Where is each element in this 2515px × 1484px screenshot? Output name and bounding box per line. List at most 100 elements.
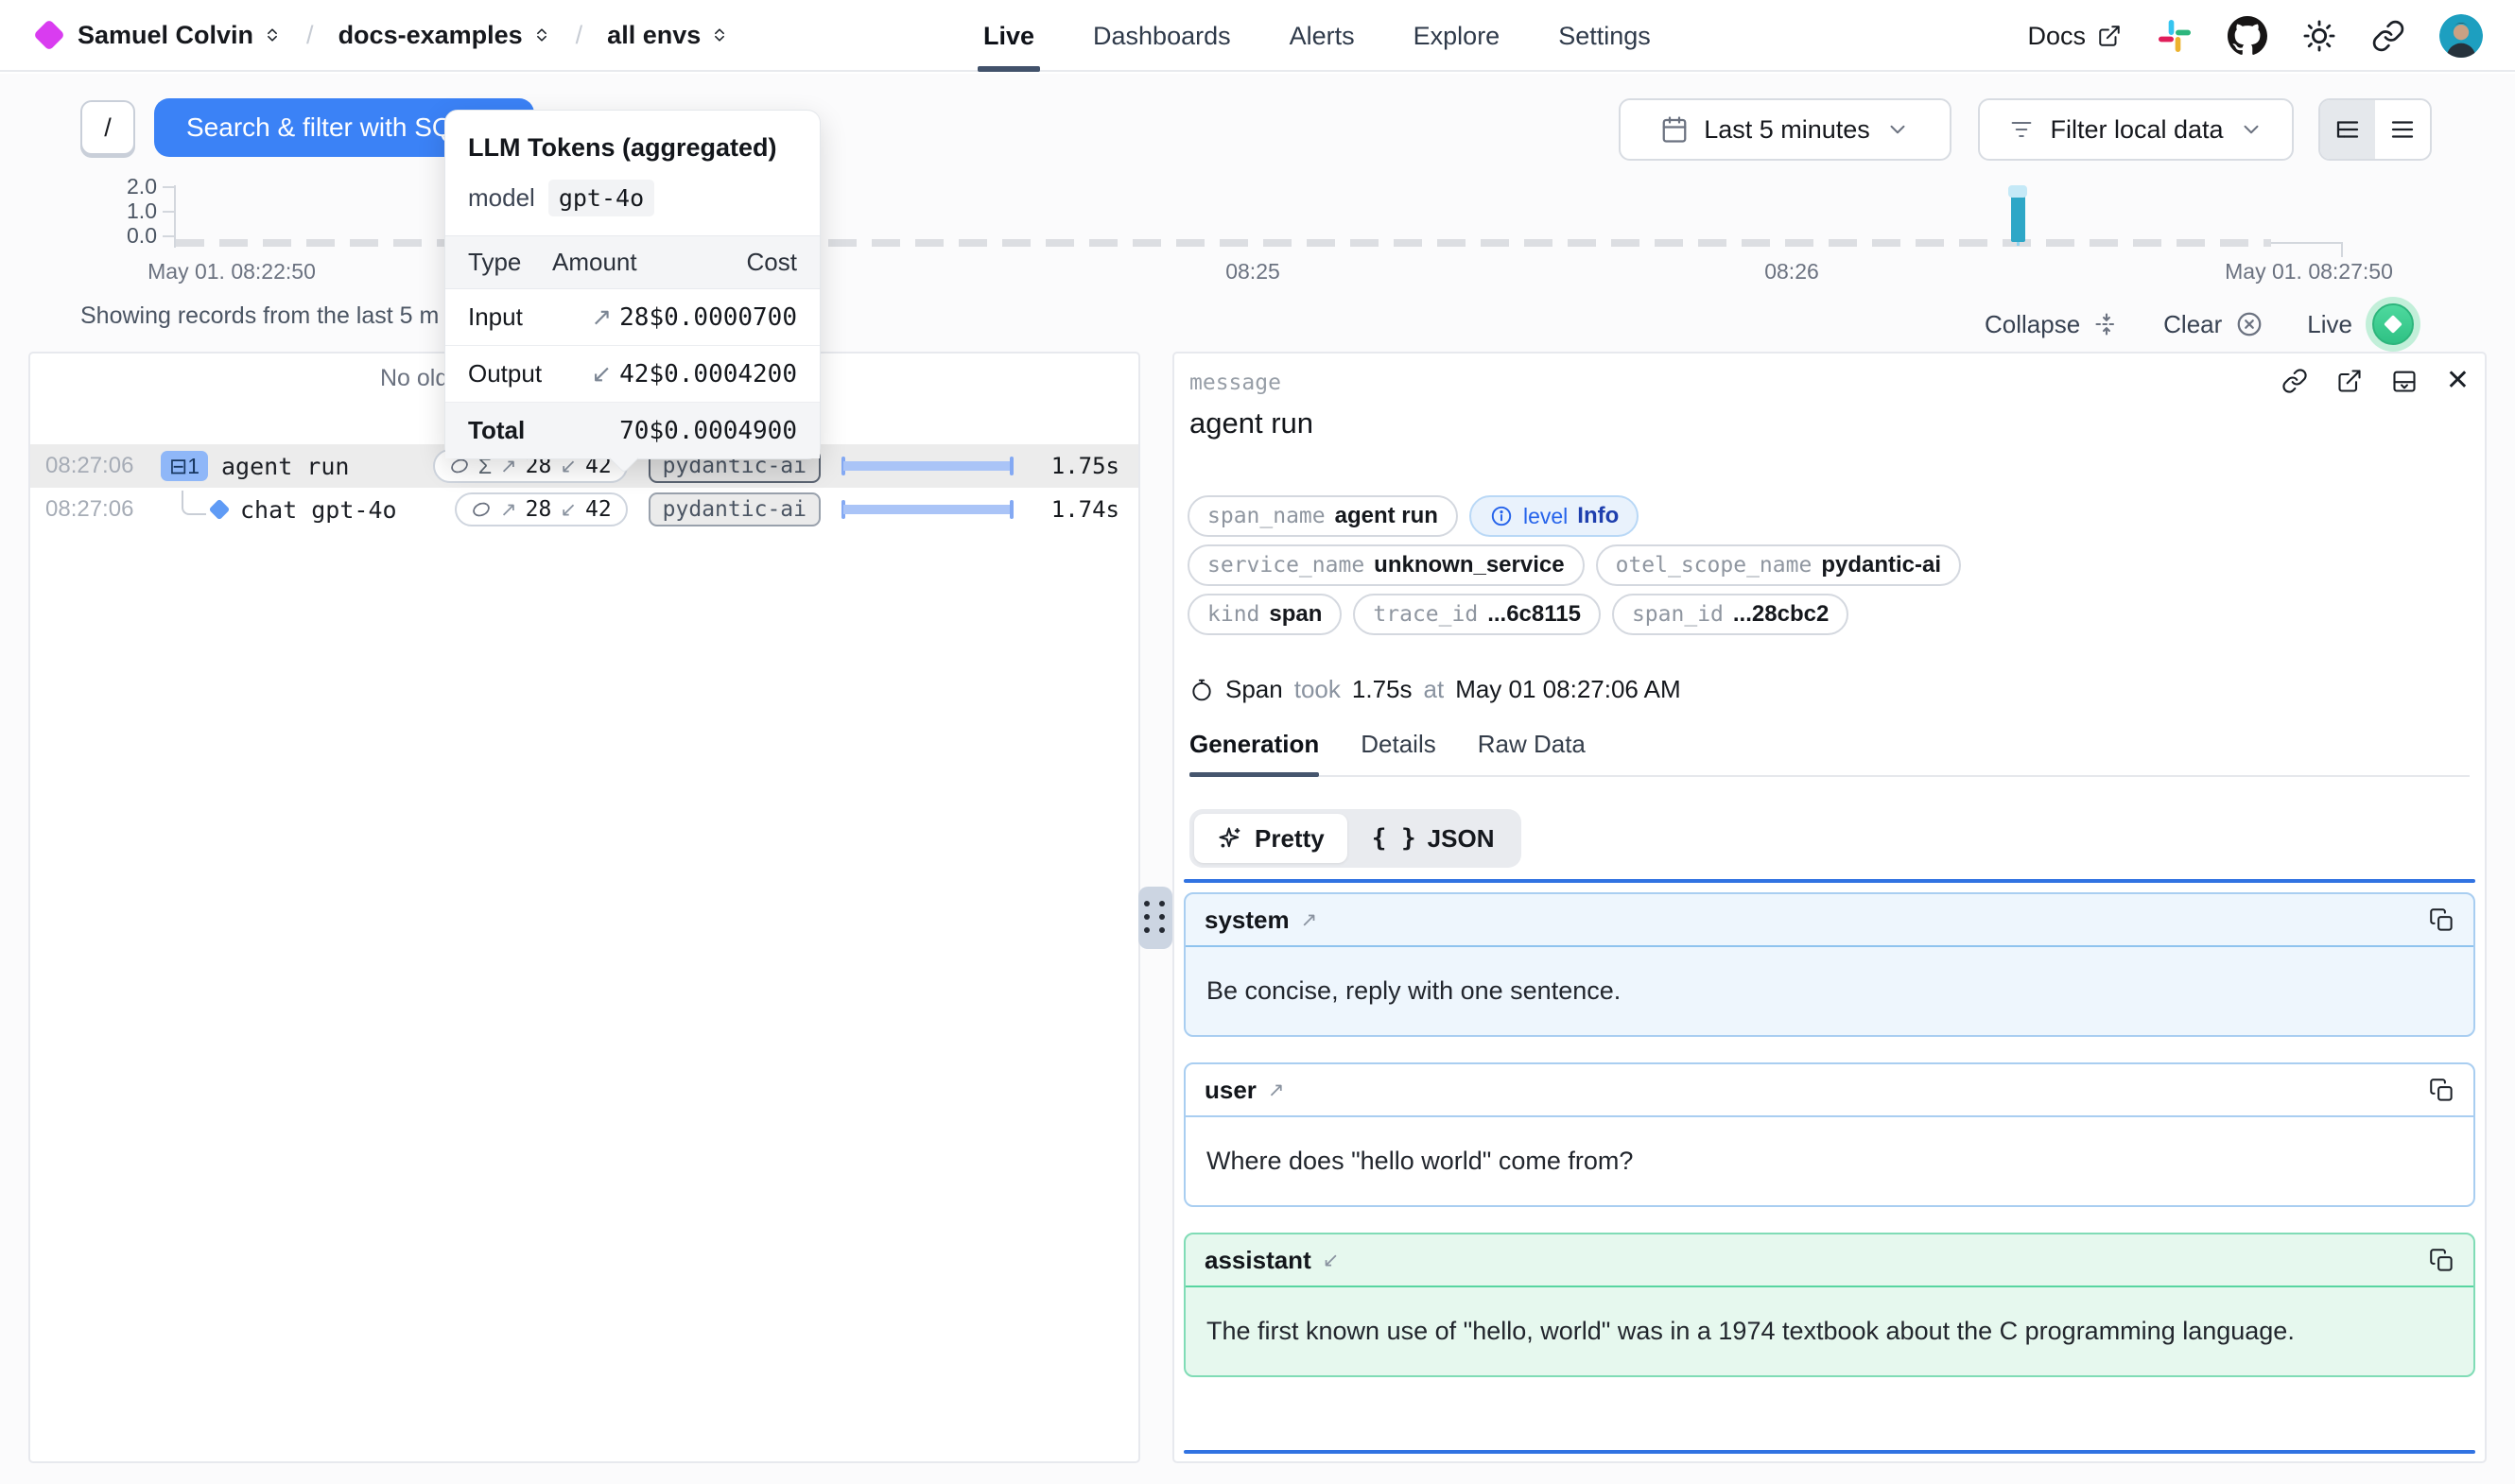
tree-view-button[interactable] xyxy=(2320,100,2375,159)
link-icon xyxy=(2281,368,2308,394)
detail-panel-actions: ✕ xyxy=(2281,367,2470,395)
github-icon[interactable] xyxy=(2228,16,2267,56)
tokens-row-output: Output ↙42 $0.0004200 xyxy=(445,346,820,403)
nav-tab-explore[interactable]: Explore xyxy=(1414,0,1500,72)
role-label: user xyxy=(1205,1076,1257,1105)
filter-icon xyxy=(2008,116,2035,143)
attribute-badges-row-2: service_name unknown_service otel_scope_… xyxy=(1188,544,1961,586)
tab-raw-data[interactable]: Raw Data xyxy=(1478,730,1586,775)
kind-badge[interactable]: kind span xyxy=(1188,594,1342,635)
pretty-view-button[interactable]: Pretty xyxy=(1194,814,1347,863)
message-system: system ↗ Be concise, reply with one sent… xyxy=(1184,892,2475,1037)
time-range-label: Last 5 minutes xyxy=(1704,115,1870,145)
slack-icon[interactable] xyxy=(2156,17,2194,55)
row-timestamp: 08:27:06 xyxy=(45,453,161,479)
filter-local-data-button[interactable]: Filter local data xyxy=(1978,98,2294,161)
nav-tab-settings[interactable]: Settings xyxy=(1558,0,1651,72)
y-tickmark xyxy=(163,211,174,213)
tab-generation[interactable]: Generation xyxy=(1189,730,1319,775)
filter-label: Filter local data xyxy=(2050,115,2223,145)
token-coin-icon xyxy=(471,499,492,520)
list-view-button[interactable] xyxy=(2375,100,2430,159)
trace-id-badge[interactable]: trace_id ...6c8115 xyxy=(1353,594,1601,635)
nav-tab-alerts[interactable]: Alerts xyxy=(1290,0,1355,72)
slash-shortcut-key[interactable]: / xyxy=(80,100,135,155)
tokens-row-input: Input ↗28 $0.0000700 xyxy=(445,289,820,346)
breadcrumb-separator: / xyxy=(306,21,314,50)
nav-tab-dashboards[interactable]: Dashboards xyxy=(1093,0,1231,72)
live-toggle-button[interactable] xyxy=(2366,297,2420,352)
scope-tag[interactable]: pydantic-ai xyxy=(649,492,821,526)
timing-took: took xyxy=(1294,675,1341,704)
env-selector[interactable]: all envs xyxy=(607,21,729,50)
col-header-cost: Cost xyxy=(649,236,820,289)
tokens-row-total: Total 70 $0.0004900 xyxy=(445,403,820,459)
direction-arrow-icon: ↙ xyxy=(1323,1249,1340,1272)
copy-icon xyxy=(2429,907,2454,933)
span-timing: Span took 1.75s at May 01 08:27:06 AM xyxy=(1189,675,1681,704)
output-arrow-icon: ↙ xyxy=(560,498,577,522)
record-count-bar[interactable] xyxy=(2011,195,2025,242)
trace-list-panel: No older 08:27:06 ⊟1 agent run Σ ↗ 28 ↙ … xyxy=(28,352,1140,1463)
share-link-icon[interactable] xyxy=(2371,19,2405,53)
calendar-icon xyxy=(1660,115,1689,144)
project-selector[interactable]: docs-examples xyxy=(338,21,551,50)
records-timeline-chart[interactable]: 2.0 1.0 0.0 May 01. 08:22:50 08:25 08:26… xyxy=(0,180,2515,293)
docs-link[interactable]: Docs xyxy=(2027,22,2122,51)
otel-scope-badge[interactable]: otel_scope_name pydantic-ai xyxy=(1596,544,1961,586)
live-label: Live xyxy=(2307,310,2352,339)
collapse-children-badge[interactable]: ⊟1 xyxy=(161,451,208,481)
span-id-badge[interactable]: span_id ...28cbc2 xyxy=(1612,594,1848,635)
open-in-new-button[interactable] xyxy=(2336,368,2363,394)
copy-icon xyxy=(2429,1078,2454,1103)
chevron-updown-icon xyxy=(710,26,729,44)
service-name-badge[interactable]: service_name unknown_service xyxy=(1188,544,1585,586)
time-range-button[interactable]: Last 5 minutes xyxy=(1619,98,1951,161)
copy-message-button[interactable] xyxy=(2429,1248,2454,1273)
bar-hover-cap xyxy=(2008,185,2027,198)
level-badge[interactable]: level Info xyxy=(1469,495,1639,537)
y-tick-2: 2.0 xyxy=(62,174,157,199)
record-kind-label: message xyxy=(1189,371,1281,395)
trace-row-chat-gpt-4o[interactable]: 08:27:06 chat gpt-4o ↗ 28 ↙ 42 pydantic-… xyxy=(30,488,1138,531)
copy-link-button[interactable] xyxy=(2281,368,2308,394)
span-title: agent run xyxy=(1189,406,1313,440)
message-content: The first known use of "hello, world" wa… xyxy=(1186,1287,2473,1375)
llm-tokens-tooltip: LLM Tokens (aggregated) model gpt-4o Typ… xyxy=(444,110,821,459)
dock-panel-button[interactable] xyxy=(2391,368,2418,394)
copy-message-button[interactable] xyxy=(2429,1078,2454,1103)
y-tickmark xyxy=(163,235,174,237)
top-header: Samuel Colvin / docs-examples / all envs… xyxy=(0,0,2515,72)
org-name: Samuel Colvin xyxy=(78,21,253,50)
message-header: system ↗ xyxy=(1186,894,2473,947)
clear-circle-x-icon xyxy=(2235,310,2264,338)
clear-button[interactable]: Clear xyxy=(2163,310,2264,339)
tab-details[interactable]: Details xyxy=(1361,730,1435,775)
env-name: all envs xyxy=(607,21,701,50)
user-avatar[interactable] xyxy=(2439,14,2483,58)
collapse-button[interactable]: Collapse xyxy=(1985,310,2120,339)
nav-tab-live[interactable]: Live xyxy=(983,0,1034,72)
y-tick-1: 1.0 xyxy=(62,198,157,224)
input-tokens: 28 xyxy=(526,497,552,522)
span-name-badge[interactable]: span_name agent run xyxy=(1188,495,1458,537)
timing-prefix: Span xyxy=(1225,675,1283,704)
direction-arrow-icon: ↗ xyxy=(1268,1078,1285,1102)
x-tick-0826: 08:26 xyxy=(1764,259,1819,285)
org-selector[interactable]: Samuel Colvin xyxy=(78,21,282,50)
token-usage-pill[interactable]: ↗ 28 ↙ 42 xyxy=(455,492,628,526)
list-view-icon xyxy=(2388,115,2417,144)
close-panel-button[interactable]: ✕ xyxy=(2446,367,2470,395)
timing-at: at xyxy=(1424,675,1445,704)
external-link-icon xyxy=(2097,24,2122,48)
input-arrow-icon: ↗ xyxy=(591,302,612,331)
panel-resize-handle[interactable] xyxy=(1138,887,1172,949)
clear-label: Clear xyxy=(2163,310,2222,339)
role-label: assistant xyxy=(1205,1246,1311,1275)
attribute-badges-row-3: kind span trace_id ...6c8115 span_id ...… xyxy=(1188,594,1848,635)
json-view-button[interactable]: { } JSON xyxy=(1349,814,1518,863)
status-actions: Collapse Clear Live xyxy=(1985,297,2420,352)
copy-message-button[interactable] xyxy=(2429,907,2454,933)
info-icon xyxy=(1489,504,1514,528)
theme-sun-icon[interactable] xyxy=(2301,18,2337,54)
